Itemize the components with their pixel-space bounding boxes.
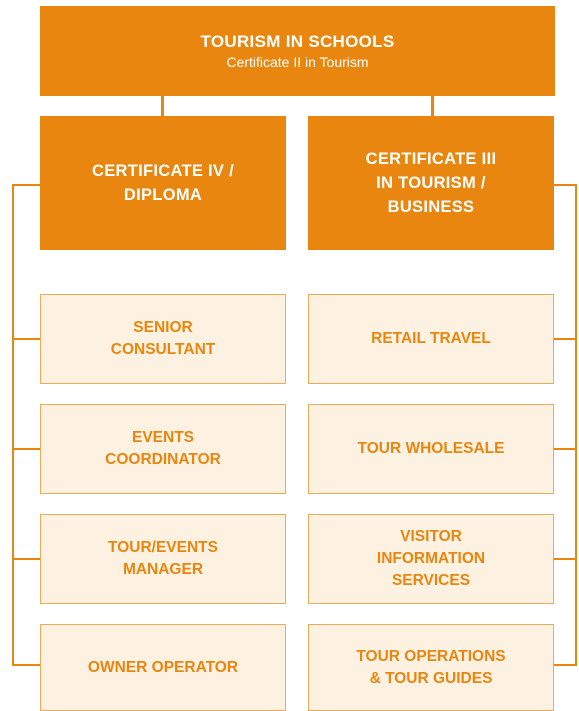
right-branch-3 (554, 558, 577, 560)
left-item-4: OWNER OPERATOR (40, 624, 286, 711)
tour-events-manager-label: TOUR/EVENTS MANAGER (108, 539, 218, 578)
top-title: TOURISM IN SCHOOLS (200, 32, 395, 51)
connector-top-right (431, 96, 434, 116)
certificate-iii-label: CERTIFICATE III IN TOURISM / BUSINESS (365, 150, 497, 216)
retail-travel-label: RETAIL TRAVEL (371, 330, 491, 347)
left-branch-2 (12, 448, 40, 450)
right-rail (575, 184, 577, 665)
senior-consultant-label: SENIOR CONSULTANT (110, 319, 216, 358)
certificate-iv-box: CERTIFICATE IV / DIPLOMA (40, 116, 286, 250)
certificate-iii-box: CERTIFICATE III IN TOURISM / BUSINESS (308, 116, 554, 250)
right-branch-2 (554, 448, 577, 450)
tour-operations-label: TOUR OPERATIONS & TOUR GUIDES (356, 647, 506, 687)
right-item-2: TOUR WHOLESALE (308, 404, 554, 494)
left-rail-stub (12, 184, 40, 186)
events-coordinator-label: EVENTS COORDINATOR (105, 429, 221, 468)
tour-wholesale-label: TOUR WHOLESALE (357, 440, 505, 457)
right-item-1: RETAIL TRAVEL (308, 294, 554, 384)
left-item-1: SENIOR CONSULTANT (40, 294, 286, 384)
right-rail-stub (554, 184, 577, 186)
left-item-2: EVENTS COORDINATOR (40, 404, 286, 494)
right-branch-4 (554, 664, 577, 666)
right-branch-1 (554, 338, 577, 340)
right-item-3: VISITOR INFORMATION SERVICES (308, 514, 554, 604)
right-item-4: TOUR OPERATIONS & TOUR GUIDES (308, 624, 554, 711)
left-rail (12, 184, 14, 665)
owner-operator-label: OWNER OPERATOR (87, 658, 239, 676)
top-subtitle: Certificate II in Tourism (226, 54, 369, 70)
certificate-iv-label: CERTIFICATE IV / DIPLOMA (92, 162, 234, 204)
connector-top-left (161, 96, 164, 116)
tourism-in-schools-box: TOURISM IN SCHOOLS Certificate II in Tou… (40, 6, 555, 96)
left-branch-1 (12, 338, 40, 340)
left-branch-3 (12, 558, 40, 560)
left-item-3: TOUR/EVENTS MANAGER (40, 514, 286, 604)
visitor-information-services-label: VISITOR INFORMATION SERVICES (376, 528, 486, 589)
left-branch-4 (12, 664, 40, 666)
